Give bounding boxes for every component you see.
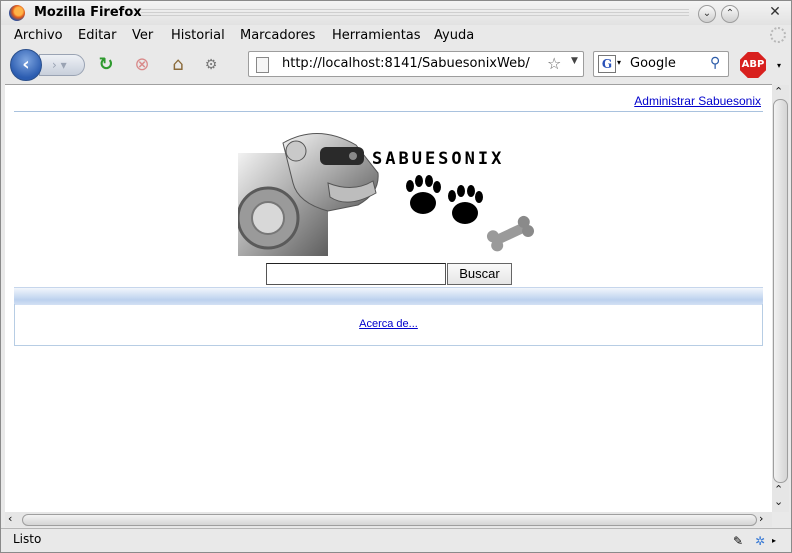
menu-ayuda[interactable]: Ayuda — [434, 28, 474, 43]
vertical-scroll-thumb[interactable] — [773, 99, 788, 483]
menu-bar: Archivo Editar Ver Historial Marcadores … — [1, 25, 791, 47]
page-icon — [256, 57, 269, 73]
about-link: Acerca de... — [15, 318, 762, 330]
top-divider — [14, 111, 763, 112]
forward-button[interactable]: › ▾ — [39, 54, 85, 76]
stop-icon[interactable]: ⊗ — [131, 54, 153, 76]
url-dropdown-icon[interactable]: ▼ — [571, 56, 578, 66]
menu-editar[interactable]: Editar — [78, 28, 117, 43]
search-button[interactable]: Buscar — [447, 263, 512, 285]
navigation-toolbar: › ▾ ‹ ↻ ⊗ ⌂ ⚙ http://localhost:8141/Sabu… — [1, 47, 791, 83]
reload-icon[interactable]: ↻ — [95, 54, 117, 76]
google-icon[interactable]: G — [598, 55, 616, 73]
search-bar-value: Google — [630, 56, 676, 71]
title-bar-grip — [141, 9, 689, 17]
menu-herramientas[interactable]: Herramientas — [332, 28, 421, 43]
search-bar[interactable]: G ▾ Google ⚲ — [593, 51, 729, 77]
admin-link[interactable]: Administrar Sabuesonix — [634, 94, 761, 108]
bookmark-star-icon[interactable]: ☆ — [547, 54, 561, 73]
adblock-plus-icon[interactable]: ABP — [740, 52, 766, 78]
title-bar: Mozilla Firefox ⌄ ⌃ ✕ — [1, 1, 791, 25]
vertical-scrollbar[interactable]: ⌃ ⌃ ⌄ — [772, 85, 789, 512]
window-title: Mozilla Firefox — [34, 5, 142, 20]
footer-box: Acerca de... — [14, 304, 763, 346]
home-icon[interactable]: ⌂ — [167, 54, 189, 76]
about-link-text[interactable]: Acerca de... — [359, 318, 418, 330]
status-tool-icon[interactable]: ✎ — [730, 533, 746, 549]
url-text: http://localhost:8141/SabuesonixWeb/ — [282, 56, 530, 71]
horizontal-scrollbar[interactable]: ‹ › — [5, 512, 772, 527]
menu-ver[interactable]: Ver — [132, 28, 153, 43]
throbber-icon — [770, 27, 786, 43]
status-dropdown-icon[interactable]: ▸ — [766, 533, 782, 549]
horizontal-scroll-thumb[interactable] — [22, 514, 757, 526]
menu-marcadores[interactable]: Marcadores — [240, 28, 315, 43]
page-content: Administrar Sabuesonix SABUESONIX Buscar… — [5, 84, 772, 513]
back-button[interactable]: ‹ — [10, 49, 42, 81]
scroll-up-icon[interactable]: ⌃ — [774, 85, 783, 98]
menu-historial[interactable]: Historial — [171, 28, 225, 43]
browser-window: Mozilla Firefox ⌄ ⌃ ✕ Archivo Editar Ver… — [0, 0, 792, 553]
url-bar[interactable]: http://localhost:8141/SabuesonixWeb/ ☆ ▼ — [248, 51, 584, 77]
status-text: Listo — [13, 532, 42, 546]
scroll-left-icon[interactable]: ‹ — [8, 512, 12, 525]
blue-header-bar — [14, 287, 763, 305]
minimize-button[interactable]: ⌄ — [698, 5, 716, 23]
scroll-right-icon[interactable]: › — [759, 512, 763, 525]
firefox-icon — [9, 5, 25, 21]
extension-icon[interactable]: ⚙ — [200, 54, 222, 76]
logo-text: SABUESONIX — [372, 149, 505, 169]
adblock-dropdown-icon[interactable]: ▾ — [777, 61, 781, 70]
search-input[interactable] — [266, 263, 446, 285]
robot-dog-image — [236, 133, 535, 256]
menu-archivo[interactable]: Archivo — [14, 28, 63, 43]
maximize-button[interactable]: ⌃ — [721, 5, 739, 23]
status-bar: Listo ✎ ✲ ▸ — [1, 528, 791, 553]
close-window-button[interactable]: ✕ — [767, 5, 783, 21]
search-engine-dropdown-icon[interactable]: ▾ — [617, 58, 621, 67]
sabuesonix-logo: SABUESONIX — [236, 123, 538, 256]
search-icon[interactable]: ⚲ — [710, 55, 720, 71]
scroll-down-icon[interactable]: ⌄ — [774, 495, 783, 508]
